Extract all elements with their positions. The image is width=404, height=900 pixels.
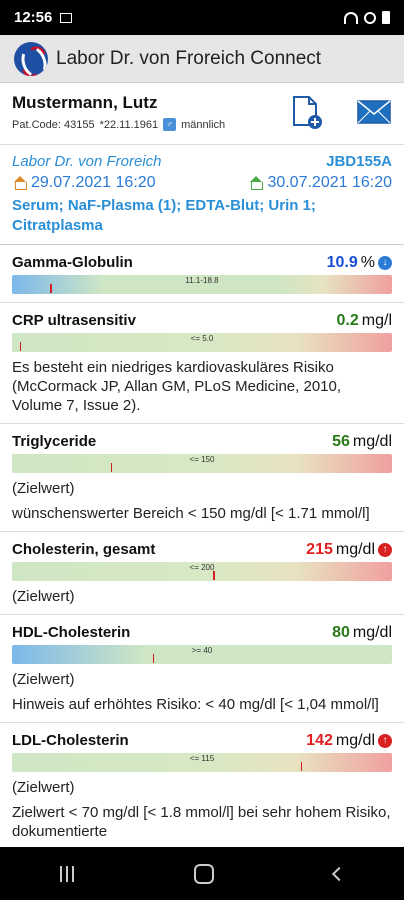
result-name: Triglyceride xyxy=(12,433,97,450)
lab-info: Labor Dr. von Froreich JBD155A 29.07.202… xyxy=(0,145,404,245)
value-marker xyxy=(300,762,303,771)
sample-materials: Serum; NaF-Plasma (1); EDTA-Blut; Urin 1… xyxy=(12,197,316,234)
result-unit: mg/dl xyxy=(335,732,375,749)
patient-header: Mustermann, Lutz Pat.Code: 43155 *22.11.… xyxy=(0,83,404,145)
patient-gender: männlich xyxy=(181,118,226,131)
value-marker xyxy=(19,342,22,351)
status-bar: 12:56 xyxy=(0,0,404,35)
back-icon[interactable] xyxy=(331,866,347,881)
reference-range: 11.1-18.8 xyxy=(185,276,219,285)
result-value: 142 xyxy=(306,732,333,749)
app-title: Labor Dr. von Froreich Connect xyxy=(56,47,322,69)
patient-meta: Pat.Code: 43155 *22.11.1961 ♂ männlich xyxy=(12,118,392,131)
result-name: HDL-Cholesterin xyxy=(12,624,131,641)
result-item[interactable]: HDL-Cholesterin 80 mg/dl >= 40 (Zielwert) Hin… xyxy=(0,615,404,723)
arrow-down-icon: ↓ xyxy=(378,256,392,270)
reference-range: >= 40 xyxy=(191,646,213,655)
result-value-group: 215 mg/dl ↑ xyxy=(306,541,392,559)
mail-icon[interactable] xyxy=(357,99,391,125)
do-not-disturb-icon xyxy=(364,11,376,24)
gender-icon: ♂ xyxy=(163,118,177,131)
gallery-notification-icon xyxy=(60,12,73,23)
result-note: (Zielwert) xyxy=(12,671,75,688)
patient-dob: *22.11.1961 xyxy=(99,118,159,131)
value-marker xyxy=(50,284,52,293)
reference-range-bar: >= 40 xyxy=(12,645,392,664)
result-item[interactable]: Cholesterin, gesamt 215 mg/dl ↑ <= 200 (Zielw… xyxy=(0,532,404,615)
reference-range: <= 5.0 xyxy=(190,334,214,343)
result-value-group: 0.2 mg/l xyxy=(337,312,392,330)
home-icon[interactable] xyxy=(194,863,214,884)
result-value-group: 80 mg/dl xyxy=(332,624,392,642)
result-value: 80 xyxy=(332,624,350,641)
app-logo-icon xyxy=(14,41,48,76)
arrow-up-icon: ↑ xyxy=(378,734,392,748)
app-bar: Labor Dr. von Froreich Connect xyxy=(0,35,404,83)
patient-code: Pat.Code: 43155 xyxy=(12,118,95,131)
results-list[interactable]: Gamma-Globulin 10.9% ↓ 11.1-18.8 CRP ultrase… xyxy=(0,245,404,847)
reported-date: 30.07.2021 16:20 xyxy=(248,174,392,192)
result-value-group: 56 mg/dl xyxy=(332,433,392,451)
reference-range: <= 150 xyxy=(189,455,215,464)
battery-icon xyxy=(382,11,390,24)
lab-name: Labor Dr. von Froreich xyxy=(12,153,162,170)
lab-code: JBD155A xyxy=(326,153,392,170)
add-document-icon[interactable] xyxy=(291,95,323,131)
value-marker xyxy=(110,463,113,472)
value-marker xyxy=(213,571,215,580)
result-note: Hinweis auf erhöhtes Risiko: < 40 mg/dl … xyxy=(12,696,379,713)
result-name: Gamma-Globulin xyxy=(12,254,133,271)
result-name: LDL-Cholesterin xyxy=(12,732,129,749)
status-icons xyxy=(344,11,390,24)
reference-range: <= 115 xyxy=(189,754,215,763)
result-item[interactable]: Triglyceride 56 mg/dl <= 150 (Zielwert) wünsc… xyxy=(0,424,404,532)
result-value: 0.2 xyxy=(336,312,359,329)
reference-range-bar: <= 115 xyxy=(12,753,392,772)
reference-range-bar: <= 200 xyxy=(12,562,392,581)
wifi-icon xyxy=(344,11,358,24)
result-name: CRP ultrasensitiv xyxy=(12,312,136,329)
result-item[interactable]: CRP ultrasensitiv 0.2 mg/l <= 5.0 Es besteht… xyxy=(0,303,404,424)
value-marker xyxy=(152,654,155,663)
arrow-up-icon: ↑ xyxy=(378,543,392,557)
result-item[interactable]: Gamma-Globulin 10.9% ↓ 11.1-18.8 xyxy=(0,245,404,303)
status-time: 12:56 xyxy=(14,9,53,26)
received-date-value: 29.07.2021 16:20 xyxy=(31,174,156,191)
result-note: Zielwert < 70 mg/dl [< 1.8 mmol/l] bei s… xyxy=(12,804,391,840)
result-note: (Zielwert) xyxy=(12,779,75,796)
result-value-group: 142 mg/dl ↑ xyxy=(306,732,392,750)
result-unit: mg/dl xyxy=(352,624,392,641)
result-note: Es besteht ein niedriges kardiovaskuläre… xyxy=(12,359,342,414)
recent-apps-icon[interactable] xyxy=(60,865,74,882)
result-unit: mg/l xyxy=(361,312,392,329)
result-value-group: 10.9% ↓ xyxy=(327,254,392,272)
result-unit: % xyxy=(360,254,375,271)
result-value: 56 xyxy=(332,433,350,450)
reported-date-value: 30.07.2021 16:20 xyxy=(267,174,392,191)
reference-range: <= 200 xyxy=(189,563,215,572)
result-note: (Zielwert) xyxy=(12,588,75,605)
reported-house-icon xyxy=(248,176,264,190)
result-value: 215 xyxy=(306,541,333,558)
received-house-icon xyxy=(12,176,28,190)
patient-name: Mustermann, Lutz xyxy=(12,93,158,112)
result-name: Cholesterin, gesamt xyxy=(12,541,156,558)
reference-range-bar: 11.1-18.8 xyxy=(12,275,392,294)
result-unit: mg/dl xyxy=(335,541,375,558)
result-value: 10.9 xyxy=(326,254,358,271)
result-note: wünschenswerter Bereich < 150 mg/dl [< 1… xyxy=(12,505,370,522)
received-date: 29.07.2021 16:20 xyxy=(12,174,156,192)
result-note: (Zielwert) xyxy=(12,480,75,497)
reference-range-bar: <= 150 xyxy=(12,454,392,473)
result-unit: mg/dl xyxy=(352,433,392,450)
reference-range-bar: <= 5.0 xyxy=(12,333,392,352)
result-item[interactable]: LDL-Cholesterin 142 mg/dl ↑ <= 115 (Zielwert)… xyxy=(0,723,404,847)
system-nav-bar xyxy=(0,847,404,900)
